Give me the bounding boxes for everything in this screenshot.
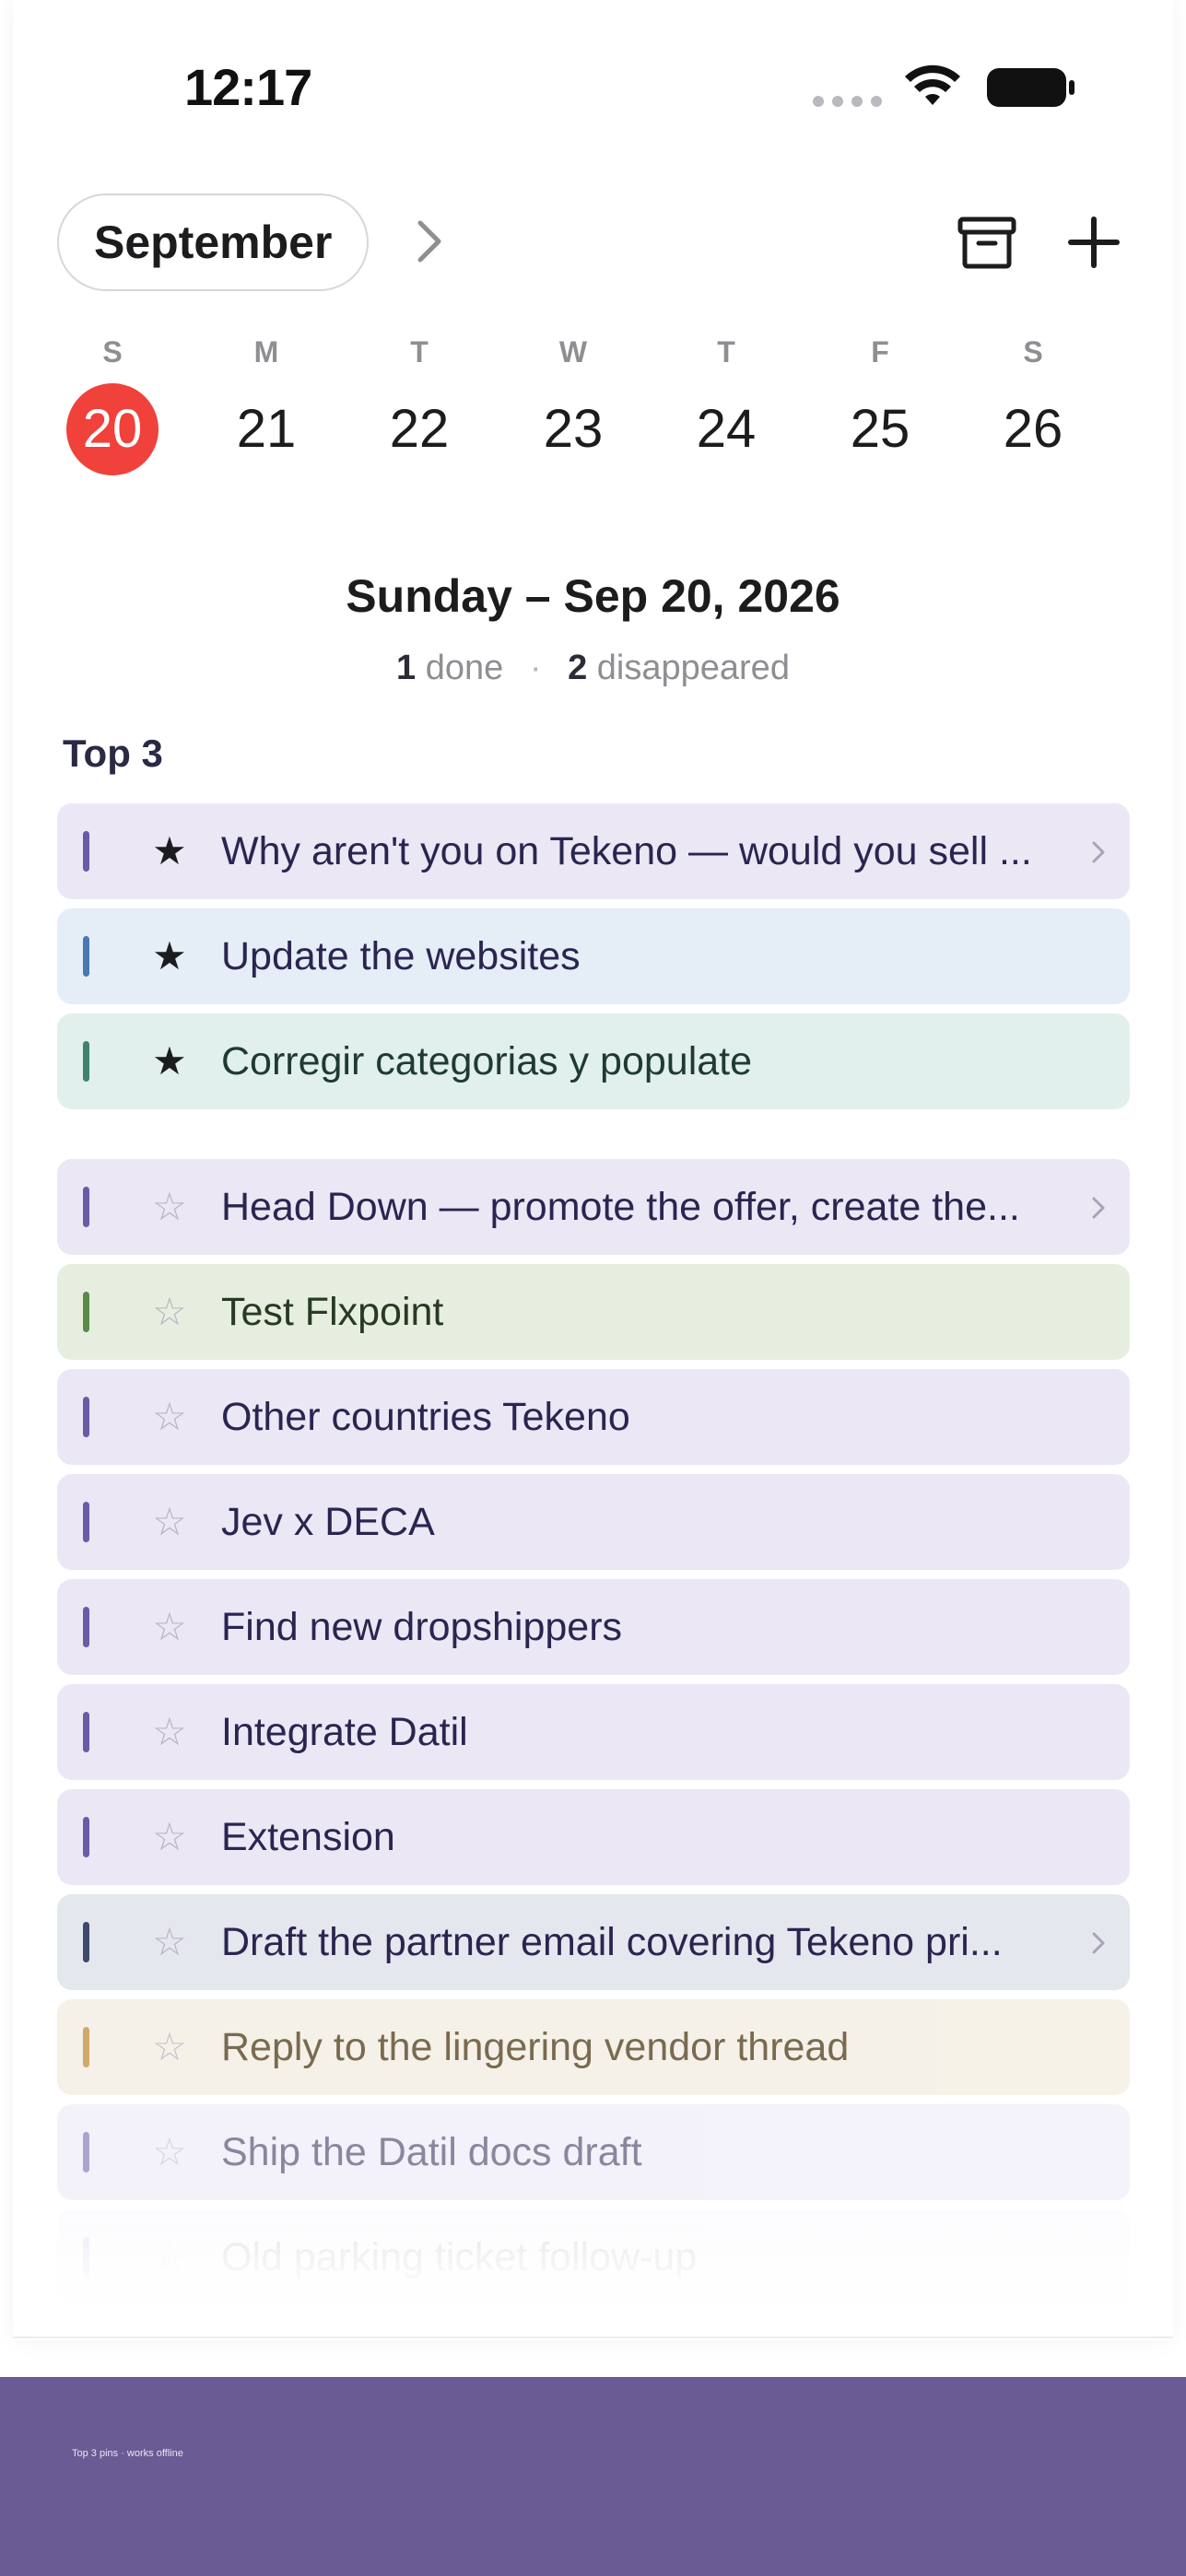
star-filled-icon[interactable]: ★ <box>149 825 190 877</box>
task-title: Head Down — promote the offer, create th… <box>221 1185 1020 1229</box>
day-of-week-label: F <box>871 335 889 369</box>
app-screen: 12:17 September S 20 M 21 T 22 W 23 T 24 F 25 S 26 Su… <box>13 0 1173 2340</box>
task-title: Extension <box>221 1815 395 1859</box>
star-outline-icon[interactable]: ☆ <box>149 1916 190 1968</box>
task-color-bar <box>83 1041 89 1082</box>
task-color-bar <box>83 1292 89 1332</box>
task-title: Ship the Datil docs draft <box>221 2130 642 2174</box>
day-20[interactable]: S 20 <box>57 332 168 475</box>
day-number: 22 <box>389 399 450 459</box>
battery-icon <box>987 68 1074 107</box>
task-title: Find new dropshippers <box>221 1605 623 1649</box>
archive-icon[interactable] <box>957 214 1017 271</box>
day-22[interactable]: T 22 <box>364 332 475 475</box>
task-title: Update the websites <box>221 934 581 978</box>
star-outline-icon[interactable]: ☆ <box>149 1706 190 1758</box>
task-title: Test Flxpoint <box>221 1290 444 1334</box>
day-24[interactable]: T 24 <box>671 332 781 475</box>
top3-section-title: Top 3 <box>63 732 163 775</box>
day-of-week-label: T <box>717 335 735 369</box>
task-row[interactable]: ☆ Draft the partner email covering Tekeno… <box>57 1894 1130 1990</box>
star-outline-icon[interactable]: ☆ <box>149 1601 190 1653</box>
task-row[interactable]: ☆ Ship the Datil docs draft <box>57 2104 1130 2200</box>
task-color-bar <box>83 1712 89 1752</box>
star-outline-icon[interactable]: ☆ <box>149 1181 190 1233</box>
star-outline-icon[interactable]: ☆ <box>149 2021 190 2073</box>
day-summary: 1 done · 2 disappeared <box>13 649 1173 688</box>
day-of-week-label: S <box>1023 335 1043 369</box>
day-26[interactable]: S 26 <box>978 332 1088 475</box>
task-title: Why aren't you on Tekeno — would you sel… <box>221 829 1032 873</box>
day-of-week-label: S <box>102 335 123 369</box>
task-title: Integrate Datil <box>221 1710 468 1754</box>
bottom-divider <box>13 2336 1173 2338</box>
chevron-right-icon[interactable] <box>411 214 450 269</box>
plus-icon[interactable] <box>1065 214 1122 271</box>
star-outline-icon[interactable]: ☆ <box>149 1811 190 1863</box>
day-number: 24 <box>696 399 757 459</box>
task-row[interactable]: ☆ Test Flxpoint <box>57 1264 1130 1360</box>
task-row[interactable]: ☆ Jev x DECA <box>57 1474 1130 1570</box>
day-of-week-label: M <box>253 335 279 369</box>
chevron-right-icon[interactable] <box>1089 1929 1108 1957</box>
task-row[interactable]: ☆ Reply to the lingering vendor thread <box>57 1999 1130 2095</box>
chevron-right-icon[interactable] <box>1089 1194 1108 1222</box>
task-color-bar <box>83 1397 89 1437</box>
task-color-bar <box>83 1922 89 1962</box>
done-count: 1 <box>396 649 417 687</box>
task-title: Draft the partner email covering Tekeno … <box>221 1920 1003 1964</box>
top3-task-row[interactable]: ★ Corregir categorias y populate <box>57 1013 1130 1109</box>
task-title: Reply to the lingering vendor thread <box>221 2025 850 2069</box>
selected-day-number: 20 <box>66 383 159 475</box>
task-color-bar <box>83 831 89 872</box>
month-picker-button[interactable]: September <box>57 193 370 291</box>
status-time: 12:17 <box>184 58 312 116</box>
date-title: Sunday – Sep 20, 2026 <box>346 570 840 622</box>
day-21[interactable]: M 21 <box>211 332 322 475</box>
cellular-signal-icon <box>813 96 882 107</box>
task-row[interactable]: ☆ Head Down — promote the offer, create t… <box>57 1159 1130 1255</box>
top3-task-row[interactable]: ★ Update the websites <box>57 908 1130 1004</box>
wifi-icon <box>905 64 960 105</box>
day-number: 26 <box>1003 399 1063 459</box>
task-color-bar <box>83 2027 89 2067</box>
day-number: 25 <box>850 399 910 459</box>
day-of-week-label: T <box>410 335 429 369</box>
summary-separator: · <box>529 649 542 687</box>
chevron-right-icon[interactable] <box>1089 838 1108 866</box>
top3-task-row[interactable]: ★ Why aren't you on Tekeno — would you se… <box>57 803 1130 899</box>
star-outline-icon[interactable]: ☆ <box>149 2126 190 2178</box>
day-25[interactable]: F 25 <box>825 332 935 475</box>
star-filled-icon[interactable]: ★ <box>149 1036 190 1087</box>
task-color-bar <box>83 1817 89 1857</box>
task-color-bar <box>83 936 89 977</box>
task-color-bar <box>83 1502 89 1542</box>
task-color-bar <box>83 1187 89 1227</box>
disappeared-count: 2 <box>568 649 588 687</box>
task-title: Jev x DECA <box>221 1500 435 1544</box>
star-outline-icon[interactable]: ☆ <box>149 1496 190 1548</box>
week-strip: S 20 M 21 T 22 W 23 T 24 F 25 S 26 <box>57 332 1135 479</box>
task-color-bar <box>83 2132 89 2172</box>
task-title: Corregir categorias y populate <box>221 1039 753 1083</box>
star-outline-icon[interactable]: ☆ <box>149 1391 190 1443</box>
day-number: 21 <box>236 399 297 459</box>
star-filled-icon[interactable]: ★ <box>149 931 190 982</box>
done-label: done <box>425 649 504 687</box>
footer-banner <box>0 2377 1186 2576</box>
day-of-week-label: W <box>558 335 588 369</box>
task-color-bar <box>83 1607 89 1647</box>
day-23[interactable]: W 23 <box>518 332 628 475</box>
scroll-fade <box>13 2193 1173 2340</box>
star-outline-icon[interactable]: ☆ <box>149 1286 190 1338</box>
task-row[interactable]: ☆ Integrate Datil <box>57 1684 1130 1780</box>
footer-text: Top 3 pins · works offline <box>72 2448 183 2459</box>
disappeared-label: disappeared <box>596 649 790 687</box>
task-row[interactable]: ☆ Other countries Tekeno <box>57 1369 1130 1465</box>
day-number: 23 <box>543 399 604 459</box>
task-row[interactable]: ☆ Extension <box>57 1789 1130 1885</box>
task-row[interactable]: ☆ Find new dropshippers <box>57 1579 1130 1675</box>
task-title: Other countries Tekeno <box>221 1395 630 1439</box>
